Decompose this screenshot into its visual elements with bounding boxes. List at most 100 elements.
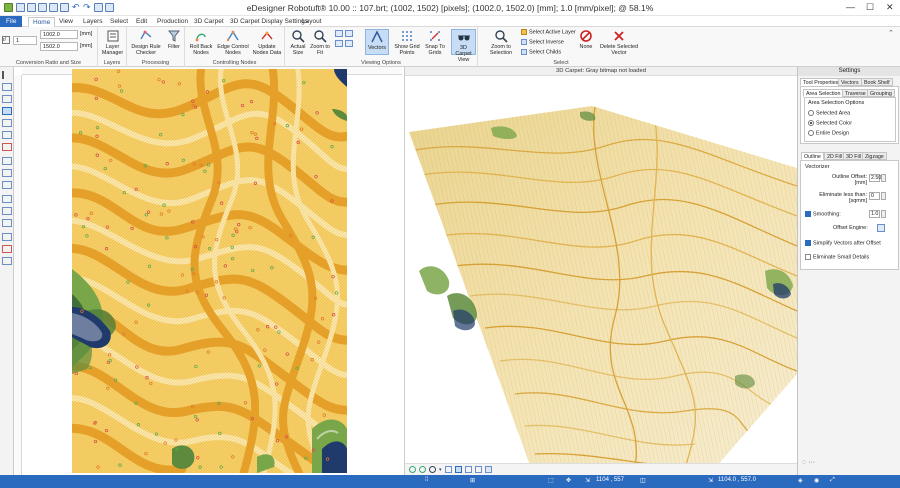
- zoom-to-selection-button[interactable]: Zoom to Selection: [488, 29, 514, 56]
- eraser-tool-icon[interactable]: [2, 143, 12, 151]
- select-none-button[interactable]: None: [578, 29, 594, 50]
- measure-tool-icon[interactable]: [2, 195, 12, 203]
- select-active-layer-option[interactable]: Select Active Layer: [521, 29, 576, 35]
- tab-grouping[interactable]: Grouping: [867, 89, 895, 97]
- tab-outline[interactable]: Outline: [801, 152, 824, 160]
- collapse-ribbon-icon[interactable]: ⌃: [888, 29, 894, 37]
- maximize-icon[interactable]: ☐: [866, 2, 874, 13]
- radio-entire-design[interactable]: Entire Design: [808, 130, 849, 136]
- picker-tool-icon[interactable]: [2, 257, 12, 265]
- select-status-icon: ⬚: [548, 478, 554, 484]
- outline-offset-label: Outline Offset: [mm]: [831, 174, 867, 186]
- tab-2d-fill[interactable]: 2D Fill: [824, 152, 846, 160]
- transform-tool-icon[interactable]: [2, 181, 12, 189]
- 3d-view-title: 3D Carpet: Gray bitmap not loaded: [405, 67, 797, 76]
- select-inverse-option[interactable]: Select Inverse: [521, 39, 564, 45]
- roll-back-nodes-button[interactable]: Roll Back Nodes: [187, 29, 215, 56]
- width-field[interactable]: 1002.0: [40, 30, 78, 39]
- smoothing-field[interactable]: 1.0: [869, 210, 880, 218]
- actual-size-button[interactable]: Actual Size: [288, 29, 308, 56]
- minimize-icon[interactable]: —: [846, 2, 855, 12]
- height-field[interactable]: 1502.0: [40, 42, 78, 51]
- vector-node: [93, 439, 98, 444]
- 3d-carpet-view-button[interactable]: 3D Carpet View: [451, 29, 476, 63]
- zoom-to-fit-button[interactable]: Zoom to Fit: [310, 29, 330, 56]
- vector-node: [81, 224, 86, 229]
- view-mode-icon[interactable]: [345, 30, 353, 37]
- radio-selected-area[interactable]: Selected Area: [808, 110, 850, 116]
- rectangle-tool-icon[interactable]: [2, 119, 12, 127]
- tab-layers[interactable]: Layers: [79, 17, 107, 27]
- offset-engine-settings-icon[interactable]: [877, 224, 885, 232]
- view-perspective-icon[interactable]: [455, 466, 462, 473]
- delete-selected-vector-button[interactable]: Delete Selected Vector: [598, 29, 640, 56]
- rotate-icon[interactable]: [409, 466, 416, 473]
- layer-manager-button[interactable]: Layer Manager: [100, 29, 125, 56]
- outline-offset-field[interactable]: 2.50: [869, 174, 881, 182]
- show-grid-points-button[interactable]: Show Grid Points: [394, 29, 420, 56]
- select-childs-option[interactable]: Select Childs: [521, 49, 561, 55]
- comment-icon[interactable]: ◌ ···: [802, 459, 815, 466]
- bezier-tool-icon[interactable]: [2, 95, 12, 103]
- roll-back-icon: [195, 33, 206, 42]
- view-mode-icon[interactable]: [335, 40, 343, 47]
- vector-tool-icon[interactable]: [2, 107, 12, 115]
- edge-control-nodes-button[interactable]: Edge Control Nodes: [216, 29, 250, 56]
- vector-node: [117, 84, 122, 88]
- close-icon[interactable]: ✕: [886, 2, 894, 13]
- text-tool-icon[interactable]: [2, 233, 12, 241]
- view-mode-icon[interactable]: [345, 40, 353, 47]
- eliminate-spinner[interactable]: [881, 192, 886, 200]
- update-nodes-data-button[interactable]: Update Nodes Data: [251, 29, 283, 56]
- snap-icon: [430, 31, 440, 41]
- vector-node: [130, 226, 134, 231]
- eliminate-small-details-checkbox[interactable]: Eliminate Small Details: [805, 254, 869, 260]
- tab-production[interactable]: Production: [153, 17, 192, 27]
- design-rule-checker-button[interactable]: Design Rule Checker: [130, 29, 162, 56]
- offset-engine-label: Offset Engine:: [833, 225, 868, 231]
- refresh-icon[interactable]: [419, 466, 426, 473]
- view-mode-icon[interactable]: [335, 30, 343, 37]
- smoothing-checkbox[interactable]: Smoothing:: [805, 211, 841, 217]
- brush-tool-icon[interactable]: [2, 245, 12, 253]
- move-tool-icon[interactable]: [2, 207, 12, 215]
- tab-layout[interactable]: Layout: [298, 17, 326, 27]
- tab-traverse[interactable]: Traverse: [842, 89, 869, 97]
- node-tool-icon[interactable]: [2, 83, 12, 91]
- tab-select[interactable]: Select: [106, 17, 132, 27]
- tab-vectors[interactable]: Vectors: [838, 78, 862, 86]
- view-front-icon[interactable]: [445, 466, 452, 473]
- zoom-icon[interactable]: [429, 466, 436, 473]
- tab-book-shelf[interactable]: Book Shelf: [861, 78, 893, 86]
- eliminate-field[interactable]: 0: [869, 192, 880, 200]
- outline-offset-spinner[interactable]: [881, 174, 886, 182]
- tab-file[interactable]: File: [0, 16, 23, 27]
- carpet-design[interactable]: [72, 69, 347, 473]
- filter-button[interactable]: Filter: [165, 29, 183, 50]
- tab-view[interactable]: View: [55, 17, 77, 27]
- zoom-to-fit-label: Zoom to Fit: [310, 44, 330, 56]
- view-top-icon[interactable]: [465, 466, 472, 473]
- pointer-tool-icon[interactable]: [2, 71, 12, 79]
- tab-tool-properties[interactable]: Tool Properties: [800, 78, 842, 86]
- magic-wand-icon[interactable]: [2, 157, 12, 165]
- vectors-button[interactable]: Vectors: [365, 29, 389, 55]
- save-view-icon[interactable]: [485, 466, 492, 473]
- view-side-icon[interactable]: [475, 466, 482, 473]
- ellipse-tool-icon[interactable]: [2, 131, 12, 139]
- fill-tool-icon[interactable]: [2, 169, 12, 177]
- smoothing-spinner[interactable]: [881, 210, 886, 218]
- ratio-field[interactable]: 1: [13, 36, 37, 45]
- radio-selected-color[interactable]: Selected Color: [808, 120, 852, 126]
- tab-edit[interactable]: Edit: [132, 17, 151, 27]
- snap-to-grids-button[interactable]: Snap To Grids: [423, 29, 447, 56]
- scale-tool-icon[interactable]: [2, 219, 12, 227]
- tab-area-selection[interactable]: Area Selection: [803, 89, 844, 97]
- tab-3d-carpet[interactable]: 3D Carpet: [190, 17, 228, 27]
- zoom-dropdown-icon[interactable]: ▾: [439, 467, 442, 473]
- tab-zigzage[interactable]: Zigzage: [862, 152, 887, 160]
- simplify-vectors-checkbox[interactable]: Simplify Vectors after Offset: [805, 240, 881, 246]
- tab-home[interactable]: Home: [28, 17, 56, 27]
- tab-3d-fill[interactable]: 3D Fill: [843, 152, 865, 160]
- 3d-carpet-view[interactable]: 3D Carpet: Gray bitmap not loaded ▾: [404, 67, 797, 475]
